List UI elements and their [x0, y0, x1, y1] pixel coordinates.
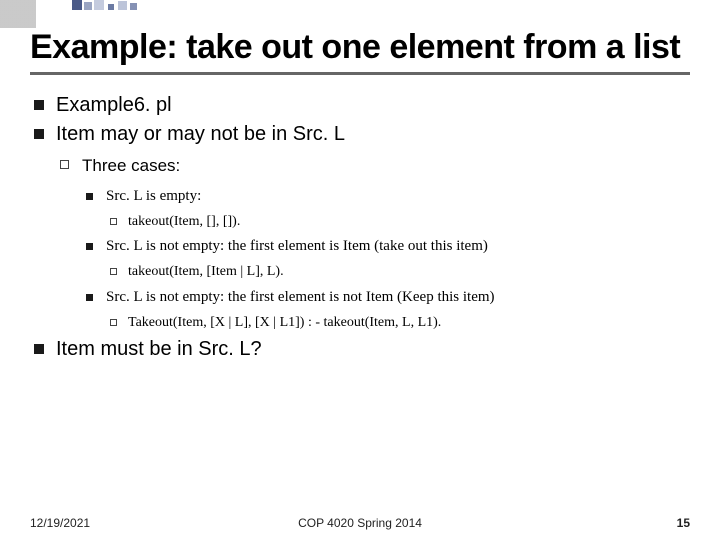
- footer-course: COP 4020 Spring 2014: [0, 516, 720, 530]
- bullet-item-must: Item must be in Src. L?: [30, 335, 690, 364]
- bullet-code-first-is-item: takeout(Item, [Item | L], L).: [106, 260, 690, 284]
- bullet-text: Src. L is not empty: the first element i…: [106, 289, 495, 305]
- bullet-code-empty: takeout(Item, [], []).: [106, 210, 690, 234]
- bullet-case-empty: Src. L is empty: takeout(Item, [], []).: [82, 183, 690, 234]
- footer-page-number: 15: [677, 516, 690, 530]
- slide: Example: take out one element from a lis…: [0, 0, 720, 540]
- bullet-three-cases: Three cases: Src. L is empty: takeout(It…: [56, 153, 690, 335]
- slide-title: Example: take out one element from a lis…: [30, 28, 690, 66]
- bullet-text: Src. L is empty:: [106, 188, 201, 204]
- bullet-text: Src. L is not empty: the first element i…: [106, 238, 488, 254]
- bullet-item-may: Item may or may not be in Src. L Three c…: [30, 120, 690, 335]
- bullet-text: Item may or may not be in Src. L: [56, 123, 345, 145]
- bullet-text: takeout(Item, [], []).: [128, 214, 240, 229]
- bullet-case-first-is-item: Src. L is not empty: the first element i…: [82, 233, 690, 284]
- slide-body: Example6. pl Item may or may not be in S…: [0, 75, 720, 364]
- bullet-code-first-not-item: Takeout(Item, [X | L], [X | L1]) : - tak…: [106, 311, 690, 335]
- bullet-text: Three cases:: [82, 156, 180, 175]
- bullet-text: Example6. pl: [56, 94, 172, 116]
- top-decoration: [0, 0, 720, 18]
- bullet-text: Takeout(Item, [X | L], [X | L1]) : - tak…: [128, 315, 441, 330]
- bullet-case-first-not-item: Src. L is not empty: the first element i…: [82, 284, 690, 335]
- bullet-text: takeout(Item, [Item | L], L).: [128, 264, 284, 279]
- bullet-example6: Example6. pl: [30, 91, 690, 120]
- bullet-text: Item must be in Src. L?: [56, 338, 262, 360]
